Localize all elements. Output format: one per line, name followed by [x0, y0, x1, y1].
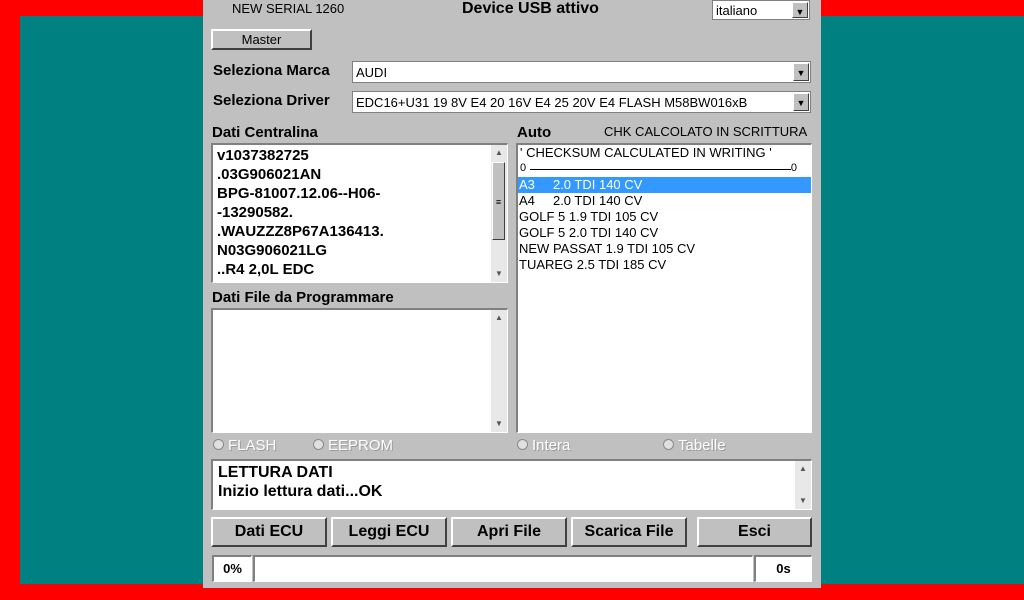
centralina-scrollbar[interactable]: ▲ ≡ ▼	[491, 145, 507, 282]
progress-percent: 0%	[212, 555, 252, 582]
scroll-up-icon[interactable]: ▲	[795, 461, 811, 477]
range-line	[530, 169, 791, 170]
app-window: NEW SERIAL 1260 Device USB attivo italia…	[203, 0, 821, 588]
driver-value: EDC16+U31 19 8V E4 20 16V E4 25 20V E4 F…	[356, 95, 748, 110]
ecu-line: ..R4 2,0L EDC	[217, 261, 315, 278]
range-slider: 0 0	[518, 161, 811, 177]
scroll-down-icon[interactable]: ▼	[491, 266, 507, 282]
dati-ecu-button[interactable]: Dati ECU	[211, 517, 327, 547]
ecu-line: .WAUZZZ8P67A136413.	[217, 223, 384, 240]
scarica-file-button[interactable]: Scarica File	[571, 517, 687, 547]
window-title: Device USB attivo	[462, 0, 599, 17]
radio-dot-icon	[663, 439, 674, 450]
marca-label: Seleziona Marca	[213, 62, 330, 79]
serial-label: NEW SERIAL 1260	[232, 1, 345, 16]
radio-dot-icon	[517, 439, 528, 450]
radio-tabelle[interactable]: Tabelle	[663, 437, 726, 454]
radio-dot-icon	[313, 439, 324, 450]
ecu-line: N03G906021LG	[217, 242, 328, 259]
radio-flash[interactable]: FLASH	[213, 437, 276, 454]
radio-intera-label: Intera	[532, 437, 571, 454]
leggi-ecu-button[interactable]: Leggi ECU	[331, 517, 447, 547]
chevron-down-icon[interactable]: ▼	[792, 2, 808, 18]
scroll-down-icon[interactable]: ▼	[491, 416, 507, 432]
list-item[interactable]: A3 2.0 TDI 140 CV	[518, 177, 811, 193]
radio-eeprom-label: EEPROM	[328, 437, 394, 454]
centralina-label: Dati Centralina	[212, 124, 318, 141]
progress-bar	[253, 555, 753, 582]
log-scrollbar[interactable]: ▲ ▼	[795, 461, 811, 509]
radio-tabelle-label: Tabelle	[678, 437, 726, 454]
apri-file-button[interactable]: Apri File	[451, 517, 567, 547]
auto-listbox[interactable]: ' CHECKSUM CALCULATED IN WRITING ' 0 0 A…	[516, 143, 812, 433]
driver-label: Seleziona Driver	[213, 92, 330, 109]
auto-items: A3 2.0 TDI 140 CV A4 2.0 TDI 140 CV GOLF…	[518, 177, 811, 273]
esci-button[interactable]: Esci	[697, 517, 812, 547]
list-item[interactable]: TUAREG 2.5 TDI 185 CV	[518, 257, 811, 273]
scroll-up-icon[interactable]: ▲	[491, 310, 507, 326]
ecu-line: .03G906021AN	[217, 166, 322, 183]
log-line: LETTURA DATI	[218, 464, 333, 481]
range-start: 0	[520, 162, 527, 174]
auto-label: Auto	[517, 124, 552, 141]
ecu-line: BPG-81007.12.06--H06-	[217, 185, 381, 202]
scroll-thumb[interactable]: ≡	[492, 162, 505, 240]
chk-label: CHK CALCOLATO IN SCRITTURA	[604, 124, 808, 139]
range-end: 0	[790, 162, 797, 174]
file-prog-scrollbar[interactable]: ▲ ▼	[491, 310, 507, 432]
list-item[interactable]: A4 2.0 TDI 140 CV	[518, 193, 811, 209]
ecu-line: v1037382725	[217, 147, 309, 164]
file-prog-textbox[interactable]: ▲ ▼	[211, 308, 508, 433]
radio-dot-icon	[213, 439, 224, 450]
marca-select[interactable]: AUDI ▼	[352, 61, 811, 83]
chevron-down-icon[interactable]: ▼	[793, 63, 809, 81]
ecu-line: -13290582.	[217, 204, 293, 221]
file-prog-label: Dati File da Programmare	[212, 289, 394, 306]
master-button[interactable]: Master	[211, 29, 312, 50]
radio-eeprom[interactable]: EEPROM	[313, 437, 393, 454]
scroll-up-icon[interactable]: ▲	[491, 145, 507, 161]
centralina-textbox[interactable]: v1037382725 .03G906021AN BPG-81007.12.06…	[211, 143, 508, 283]
list-item[interactable]: GOLF 5 1.9 TDI 105 CV	[518, 209, 811, 225]
elapsed-time: 0s	[754, 555, 812, 582]
list-item[interactable]: GOLF 5 2.0 TDI 140 CV	[518, 225, 811, 241]
chevron-down-icon[interactable]: ▼	[793, 93, 809, 111]
language-value: italiano	[716, 3, 758, 18]
marca-value: AUDI	[356, 65, 388, 80]
log-textbox[interactable]: LETTURA DATI Inizio lettura dati...OK ▲ …	[211, 459, 812, 510]
checksum-header: ' CHECKSUM CALCULATED IN WRITING '	[520, 145, 772, 160]
log-line: Inizio lettura dati...OK	[218, 483, 383, 500]
list-item[interactable]: NEW PASSAT 1.9 TDI 105 CV	[518, 241, 811, 257]
driver-select[interactable]: EDC16+U31 19 8V E4 20 16V E4 25 20V E4 F…	[352, 91, 811, 113]
scroll-down-icon[interactable]: ▼	[795, 493, 811, 509]
radio-intera[interactable]: Intera	[517, 437, 570, 454]
radio-flash-label: FLASH	[228, 437, 277, 454]
language-select[interactable]: italiano ▼	[712, 0, 810, 20]
